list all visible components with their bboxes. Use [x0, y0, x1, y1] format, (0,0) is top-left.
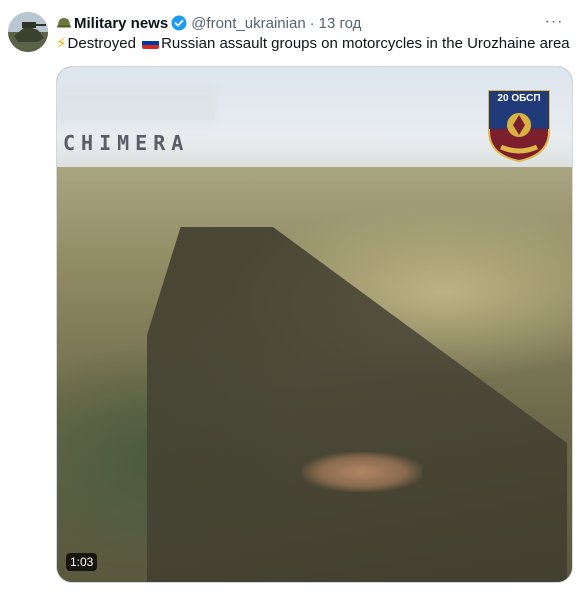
verified-badge-icon [171, 15, 187, 31]
tweet-header: Military news @front_ukrainian · 13 год … [56, 13, 564, 33]
avatar[interactable] [8, 12, 48, 52]
more-icon[interactable]: ··· [544, 12, 564, 32]
tweet-text-part1: Destroyed [67, 35, 141, 52]
handle[interactable]: @front_ukrainian [191, 15, 305, 32]
blurred-overlay [57, 87, 217, 123]
casualty-figure [302, 452, 422, 492]
video-watermark: CHIMERA [63, 131, 190, 155]
separator: · [309, 14, 315, 32]
video-frame: CHIMERA 20 ОБСП 1:03 [57, 67, 572, 582]
timestamp[interactable]: 13 год [319, 15, 362, 32]
tweet-text: ⚡Destroyed Russian assault groups on mot… [56, 34, 570, 54]
channel-avatar-icon [8, 12, 48, 52]
emblem-label: 20 ОБСП [497, 93, 541, 104]
helmet-icon [56, 15, 72, 31]
tweet-text-part2: Russian assault groups on motorcycles in… [161, 35, 570, 52]
russia-flag-icon [142, 37, 160, 49]
lightning-icon: ⚡ [56, 35, 67, 52]
video-player[interactable]: CHIMERA 20 ОБСП 1:03 [56, 66, 573, 583]
tweet[interactable]: Military news @front_ukrainian · 13 год … [0, 0, 576, 591]
unit-emblem-icon: 20 ОБСП [487, 89, 551, 163]
video-duration: 1:03 [66, 553, 98, 571]
display-name[interactable]: Military news [74, 15, 168, 32]
